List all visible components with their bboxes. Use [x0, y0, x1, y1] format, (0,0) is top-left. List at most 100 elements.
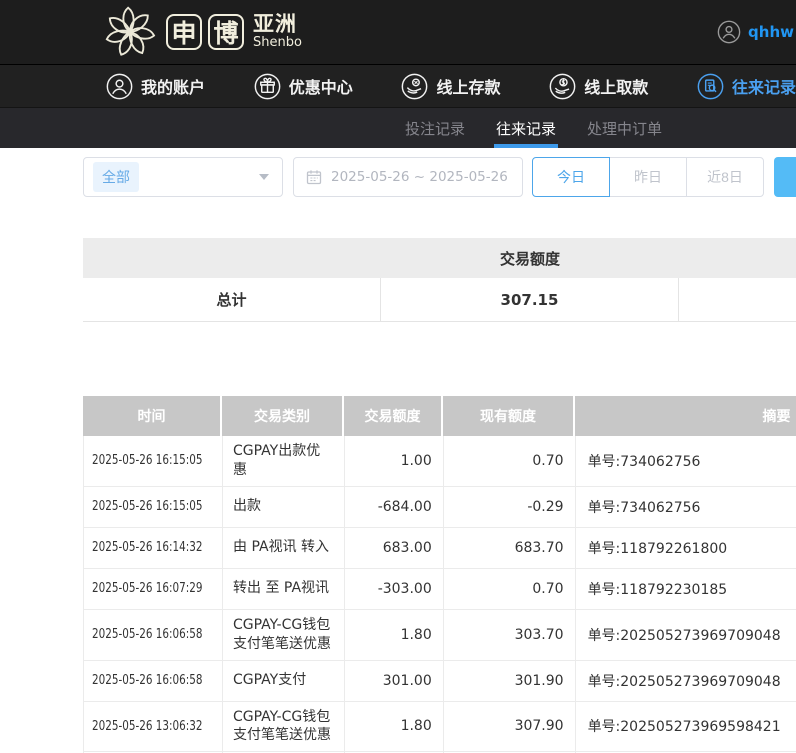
cell-balance: 301.90: [444, 661, 576, 701]
summary-header-row: 交易额度: [83, 238, 796, 278]
yesterday-button[interactable]: 昨日: [609, 157, 687, 197]
cell-amount: 301.00: [345, 661, 444, 701]
table-header-row: 时间 交易类别 交易额度 现有额度 摘要: [83, 396, 796, 436]
cell-type: CGPAY出款优惠: [223, 436, 345, 486]
cell-type: CGPAY-CG钱包支付笔笔送优惠: [223, 702, 345, 752]
summary-header-amount: 交易额度: [381, 238, 679, 278]
nav-label: 线上取款: [584, 74, 648, 98]
cell-amount: -303.00: [345, 569, 444, 609]
cell-type: 由 PA视讯 转入: [223, 528, 345, 568]
main-navigation: 我的账户 优惠中心: [0, 64, 796, 107]
cell-summary: 单号:202505273969709048: [576, 661, 796, 701]
logo-subtitle: Shenbo: [253, 36, 302, 50]
nav-label: 线上存款: [436, 74, 500, 98]
user-icon: [106, 73, 133, 100]
date-range-input[interactable]: 2025-05-26 ~ 2025-05-26: [293, 157, 523, 197]
username[interactable]: qhhw: [748, 23, 794, 41]
cell-balance: -0.29: [444, 487, 576, 527]
column-header-type: 交易类别: [222, 396, 344, 436]
cell-type: CGPAY支付: [223, 661, 345, 701]
tab-pending-orders[interactable]: 处理中订单: [587, 108, 662, 148]
logo-region: 亚洲: [253, 13, 302, 36]
cell-amount: -684.00: [345, 487, 444, 527]
logo-char-shen: 申: [166, 14, 202, 50]
table-row: 2025-05-26 16:15:05 出款 -684.00 -0.29 单号:…: [84, 487, 796, 528]
tab-label: 处理中订单: [587, 118, 662, 139]
summary-header-spacer: [679, 238, 796, 278]
nav-item-online-withdrawal[interactable]: 线上取款: [549, 73, 648, 100]
cell-balance: 0.70: [444, 569, 576, 609]
category-select[interactable]: 全部: [83, 157, 283, 197]
today-button[interactable]: 今日: [532, 157, 610, 197]
cell-amount: 683.00: [345, 528, 444, 568]
cell-summary: 单号:202505273969709048: [576, 610, 796, 660]
summary-total-label: 总计: [83, 278, 381, 321]
cell-type: 出款: [223, 487, 345, 527]
transaction-records-page: 申 博 亚洲 Shenbo qhhw 我的账户: [0, 0, 796, 753]
site-header: 申 博 亚洲 Shenbo qhhw: [0, 0, 796, 64]
nav-item-transaction-records[interactable]: 往来记录: [697, 73, 796, 100]
table-row: 2025-05-26 13:06:32 CGPAY-CG钱包支付笔笔送优惠 1.…: [84, 702, 796, 753]
withdraw-icon: [549, 73, 576, 100]
column-header-time: 时间: [83, 396, 222, 436]
cell-summary: 单号:118792261800: [576, 528, 796, 568]
column-header-balance: 现有额度: [443, 396, 575, 436]
summary-total-row: 总计 307.15: [83, 278, 796, 322]
cell-summary: 单号:734062756: [576, 487, 796, 527]
tab-label: 投注记录: [405, 118, 465, 139]
summary-table: 交易额度 总计 307.15: [83, 238, 796, 322]
nav-label: 往来记录: [732, 74, 796, 98]
deposit-icon: [401, 73, 428, 100]
cell-amount: 1.80: [345, 610, 444, 660]
transactions-table: 时间 交易类别 交易额度 现有额度 摘要 2025-05-26 16:15:05…: [83, 396, 796, 753]
logo-char-bo: 博: [208, 14, 244, 50]
date-range-value: 2025-05-26 ~ 2025-05-26: [331, 169, 508, 185]
table-row: 2025-05-26 16:07:29 转出 至 PA视讯 -303.00 0.…: [84, 569, 796, 610]
summary-header-spacer: [83, 238, 381, 278]
record-tabs: 投注记录 往来记录 处理中订单: [0, 107, 796, 148]
cell-time: 2025-05-26 16:15:05: [84, 436, 223, 486]
site-logo[interactable]: 申 博 亚洲 Shenbo: [102, 4, 302, 60]
filter-bar: 全部 2025-05-26 ~ 2025-05-26 今日 昨日 近8日: [83, 157, 796, 197]
quick-range-buttons: 今日 昨日 近8日: [532, 157, 764, 197]
main-content: 全部 2025-05-26 ~ 2025-05-26 今日 昨日 近8日: [0, 157, 796, 753]
cell-time: 2025-05-26 16:07:29: [84, 569, 223, 609]
tab-label: 往来记录: [496, 118, 556, 139]
gift-icon: [254, 73, 281, 100]
cell-type: 转出 至 PA视讯: [223, 569, 345, 609]
user-avatar-icon: [717, 20, 741, 44]
cell-time: 2025-05-26 16:06:58: [84, 610, 223, 660]
cell-type: CGPAY-CG钱包支付笔笔送优惠: [223, 610, 345, 660]
cell-time: 2025-05-26 16:14:32: [84, 528, 223, 568]
tab-betting-records[interactable]: 投注记录: [405, 108, 465, 148]
nav-item-promotions[interactable]: 优惠中心: [254, 73, 353, 100]
cell-summary: 单号:202505273969598421: [576, 702, 796, 752]
nav-items: 我的账户 优惠中心: [106, 73, 796, 100]
cell-summary: 单号:734062756: [576, 436, 796, 486]
column-header-summary: 摘要: [575, 396, 796, 436]
table-row: 2025-05-26 16:15:05 CGPAY出款优惠 1.00 0.70 …: [84, 436, 796, 487]
chevron-down-icon: [259, 174, 269, 180]
search-button[interactable]: [774, 157, 796, 197]
calendar-icon: [306, 169, 322, 185]
cell-balance: 683.70: [444, 528, 576, 568]
selected-category-chip[interactable]: 全部: [93, 162, 139, 192]
cell-summary: 单号:118792230185: [576, 569, 796, 609]
last-8-days-button[interactable]: 近8日: [686, 157, 764, 197]
nav-item-my-account[interactable]: 我的账户: [106, 73, 205, 100]
tab-transaction-records[interactable]: 往来记录: [496, 108, 556, 148]
cell-amount: 1.80: [345, 702, 444, 752]
nav-item-online-deposit[interactable]: 线上存款: [401, 73, 500, 100]
cell-balance: 307.90: [444, 702, 576, 752]
cell-time: 2025-05-26 16:15:05: [84, 487, 223, 527]
summary-empty-cell: [679, 278, 796, 321]
user-account[interactable]: qhhw: [717, 0, 794, 64]
cell-balance: 303.70: [444, 610, 576, 660]
column-header-amount: 交易额度: [344, 396, 443, 436]
records-icon: [697, 73, 724, 100]
table-row: 2025-05-26 16:06:58 CGPAY支付 301.00 301.9…: [84, 661, 796, 702]
nav-label: 我的账户: [141, 74, 205, 98]
table-row: 2025-05-26 16:14:32 由 PA视讯 转入 683.00 683…: [84, 528, 796, 569]
cell-balance: 0.70: [444, 436, 576, 486]
cell-time: 2025-05-26 16:06:58: [84, 661, 223, 701]
